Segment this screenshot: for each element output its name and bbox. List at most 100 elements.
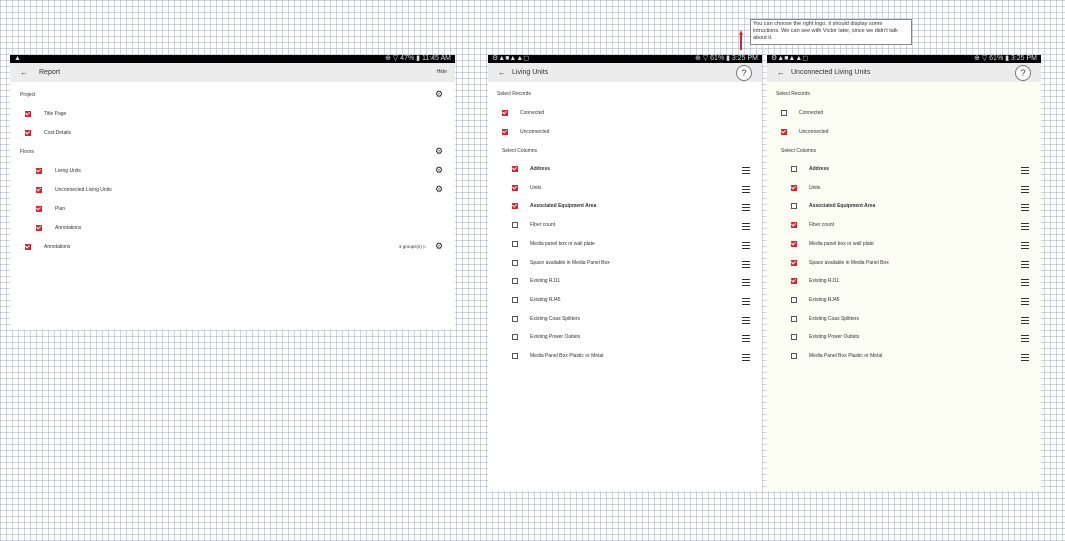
drag-handle-icon[interactable] [742,316,750,326]
drag-handle-icon[interactable] [742,167,750,176]
checkbox-checked[interactable] [36,225,42,231]
column-label: Units [530,184,542,191]
checkbox-checked[interactable] [791,278,797,285]
record-label: Connected [799,110,824,116]
checkbox-unchecked[interactable] [791,296,797,303]
status-time: 3:25 PM [731,55,758,62]
column-label: Media panel box or wall plate [809,240,874,247]
checkbox-checked[interactable] [502,110,508,116]
checkbox-checked[interactable] [512,166,518,172]
checkbox-checked[interactable] [791,222,797,229]
column-label: Fiber count [809,222,835,229]
gear-icon[interactable]: ⚙ [435,147,443,156]
column-label: Space available in Media Panel Box [530,259,610,266]
checkbox-checked[interactable] [781,128,787,135]
checkbox-checked[interactable] [502,128,508,135]
select-columns-label: Select Columns [502,148,538,154]
help-icon[interactable]: ? [1015,65,1031,81]
column-label: Existing RJ11 [530,278,561,285]
gear-icon[interactable]: ⚙ [435,90,443,99]
report-item-label: Living Units [55,168,81,174]
checkbox-checked[interactable] [791,184,797,191]
checkbox-unchecked[interactable] [512,278,518,285]
column-label: Associated Equipment Area [530,203,597,210]
drag-handle-icon[interactable] [742,354,750,363]
checkbox-unchecked[interactable] [791,166,797,172]
checkbox-checked[interactable] [512,203,518,210]
drag-handle-icon[interactable] [1021,279,1029,288]
column-label: Media panel box or wall plate [530,240,595,247]
checkbox-checked[interactable] [791,259,797,266]
back-arrow-icon[interactable]: ← [498,68,506,77]
column-label: Units [809,184,821,191]
report-item-label: Floors [20,149,34,155]
drag-handle-icon[interactable] [742,241,750,251]
drag-handle-icon[interactable] [742,223,750,232]
gear-icon[interactable]: ⚙ [435,185,443,194]
page-title: Report [39,69,61,76]
report-item-label: Cost Details [44,130,71,136]
status-bar: ⚙▲■▲▲◻ ⊕ ▽ 61% ▮ 3:25 PM [767,55,1041,63]
checkbox-checked[interactable] [791,240,797,247]
report-item-label: Unconnected Living Units [55,187,112,193]
gear-icon[interactable]: ⚙ [435,242,443,251]
checkbox-unchecked[interactable] [791,315,797,322]
drag-handle-icon[interactable] [1021,185,1029,195]
page-title: Unconnected Living Units [791,69,871,76]
app-bar: ← Living Units ? [488,63,762,82]
report-item-label: Plan [55,206,66,212]
drag-handle-icon[interactable] [1021,335,1029,344]
status-bar: ⚙▲■▲▲◻ ⊕ ▽ 61% ▮ 3:25 PM [488,55,762,63]
gear-icon[interactable]: ⚙ [435,166,443,175]
drag-handle-icon[interactable] [1021,316,1029,326]
groups-count[interactable]: 3 groups(s) ▷ [399,242,426,252]
checkbox-unchecked[interactable] [791,203,797,210]
drag-handle-icon[interactable] [1021,297,1029,307]
checkbox-unchecked[interactable] [791,334,797,341]
checkbox-unchecked[interactable] [512,259,518,266]
status-time: 3:25 PM [1010,55,1037,62]
checkbox-checked[interactable] [25,111,31,117]
checkbox-unchecked[interactable] [512,222,518,229]
checkbox-checked[interactable] [36,187,42,193]
status-icons: ⊕ ▽ 61% ▮ [974,55,1009,62]
column-label: Existing Power Outlets [809,334,860,341]
notification-icons: ⚙▲■▲▲◻ [492,55,530,62]
checkbox-unchecked[interactable] [512,334,518,341]
checkbox-unchecked[interactable] [791,353,797,359]
checkbox-checked[interactable] [36,206,42,212]
checkbox-checked[interactable] [25,130,31,136]
checkbox-checked[interactable] [512,184,518,191]
drag-handle-icon[interactable] [742,297,750,307]
checkbox-unchecked[interactable] [512,240,518,247]
checkbox-unchecked[interactable] [781,110,787,116]
drag-handle-icon[interactable] [1021,167,1029,176]
annotation-arrow-icon [739,30,743,50]
drag-handle-icon[interactable] [742,185,750,195]
report-item-label: Title Page [44,111,67,117]
back-arrow-icon[interactable]: ← [20,68,28,77]
checkbox-checked[interactable] [25,244,31,250]
help-icon[interactable]: ? [736,65,752,81]
select-columns-label: Select Columns [781,148,817,154]
drag-handle-icon[interactable] [1021,241,1029,251]
drag-handle-icon[interactable] [1021,223,1029,232]
checkbox-unchecked[interactable] [512,353,518,359]
drag-handle-icon[interactable] [742,260,750,270]
checkbox-unchecked[interactable] [512,296,518,303]
column-label: Associated Equipment Area [809,203,876,210]
hide-button[interactable]: Hide [437,69,447,75]
app-bar: ← Unconnected Living Units ? [767,63,1041,82]
drag-handle-icon[interactable] [742,204,750,213]
drag-handle-icon[interactable] [742,335,750,344]
back-arrow-icon[interactable]: ← [777,68,785,77]
select-records-label: Select Records [497,91,531,97]
drag-handle-icon[interactable] [1021,204,1029,213]
checkbox-unchecked[interactable] [512,315,518,322]
checkbox-checked[interactable] [36,168,42,174]
column-label: Address [809,166,830,172]
drag-handle-icon[interactable] [742,279,750,288]
warning-icon: ▲ [14,55,21,62]
drag-handle-icon[interactable] [1021,260,1029,270]
drag-handle-icon[interactable] [1021,354,1029,363]
